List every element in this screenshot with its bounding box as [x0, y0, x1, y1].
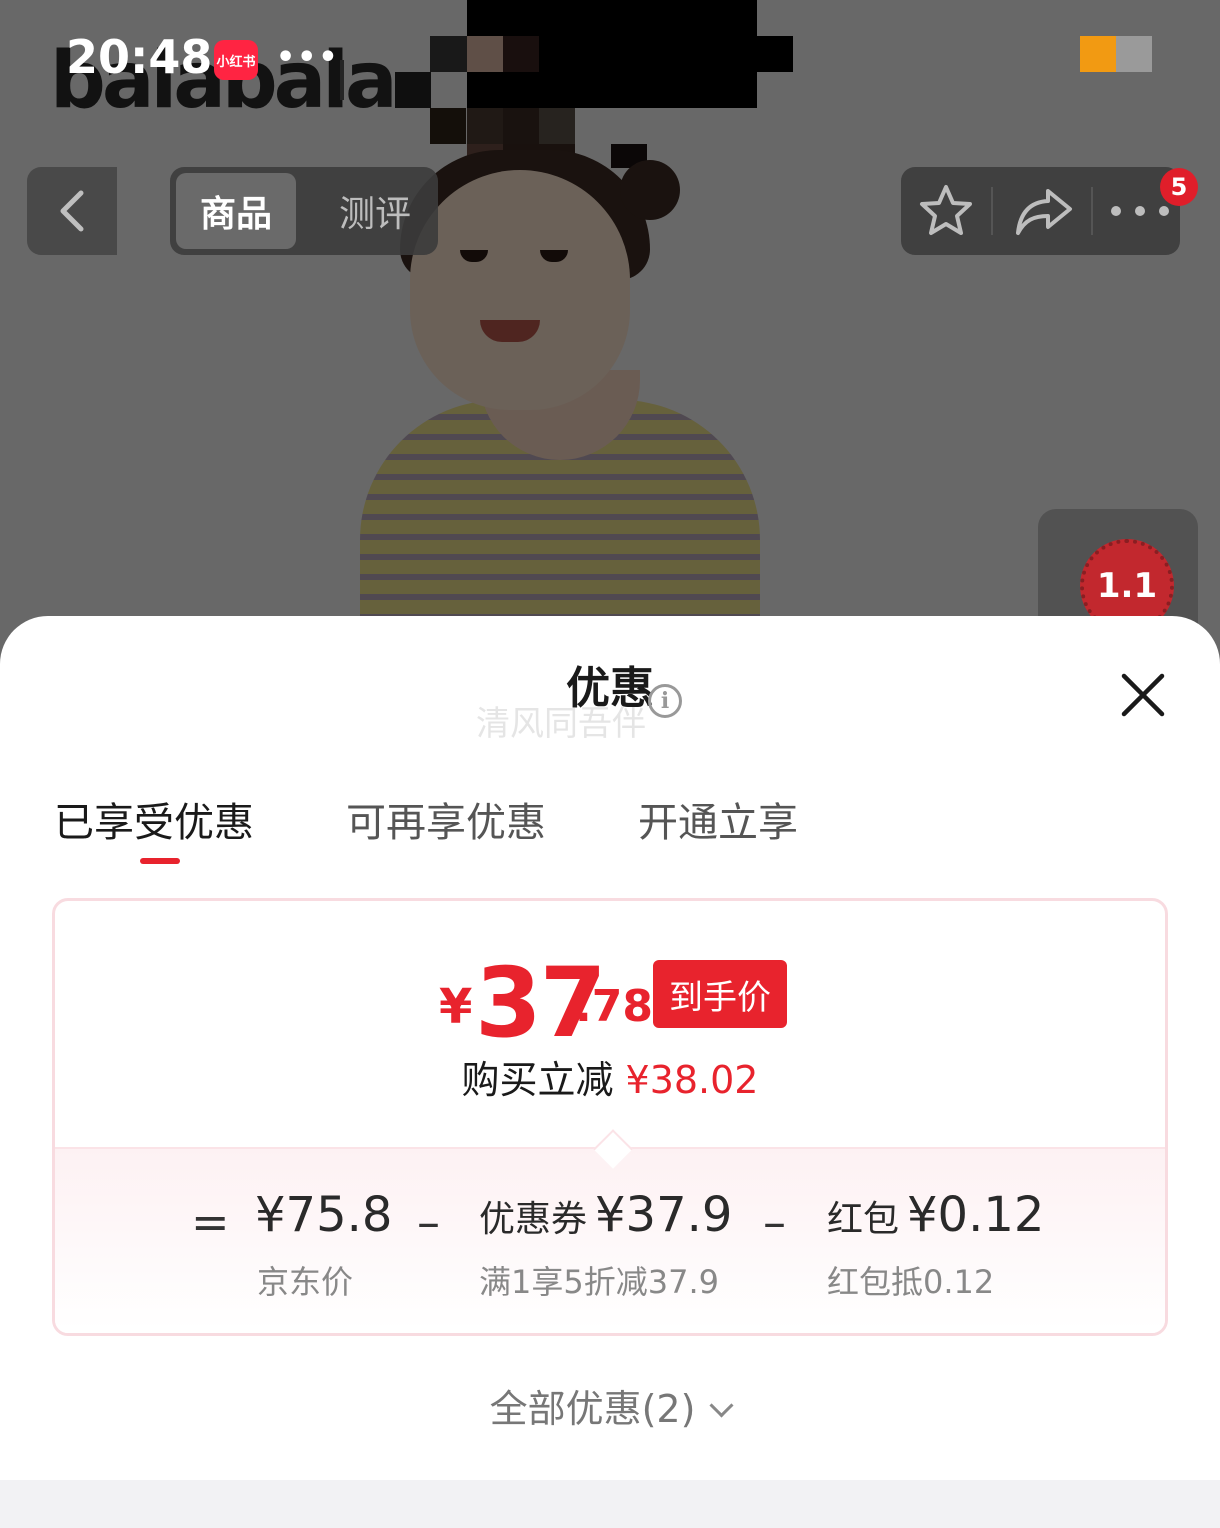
action-bar [901, 167, 1180, 255]
chevron-left-icon [60, 190, 84, 232]
favorite-button[interactable] [901, 167, 991, 255]
price-currency: ¥ [439, 979, 473, 1035]
coupon-discount: 优惠券 ¥37.9 [479, 1187, 732, 1243]
more-dots-icon [1111, 206, 1169, 216]
modal-overlay[interactable] [0, 0, 1220, 700]
tab-product[interactable]: 商品 [176, 173, 296, 249]
redpacket-note: 红包抵0.12 [827, 1263, 995, 1301]
base-price: ¥75.8 [255, 1187, 393, 1243]
tab-enjoyed-discounts[interactable]: 已享受优惠 [54, 790, 254, 848]
active-tab-indicator [140, 858, 180, 864]
savings-amount: ¥38.02 [625, 1058, 759, 1102]
status-indicator-icon [1116, 36, 1152, 72]
tab-more-discounts[interactable]: 可再享优惠 [346, 790, 546, 848]
close-icon [1121, 673, 1165, 717]
more-status-icon: ••• [276, 40, 340, 75]
tab-activate-discounts[interactable]: 开通立享 [638, 790, 798, 848]
coupon-value: ¥37.9 [595, 1187, 733, 1243]
final-price: ¥ 37 .78 到手价 [439, 947, 839, 1059]
savings-label: 购买立减 [461, 1058, 614, 1102]
action-divider [1091, 187, 1093, 235]
equals-sign: = [191, 1195, 230, 1249]
info-icon[interactable]: i [648, 684, 682, 718]
all-discounts-link[interactable]: 全部优惠(2) [0, 1378, 1220, 1433]
action-divider [991, 187, 993, 235]
app-badge-icon: 小红书 [214, 40, 258, 80]
savings-line: 购买立减 ¥38.02 [55, 1049, 1165, 1104]
minus-sign: – [763, 1195, 786, 1249]
coupon-note: 满1享5折减37.9 [479, 1263, 719, 1301]
star-icon [920, 185, 972, 235]
content-tab-switcher: 商品 测评 [170, 167, 438, 255]
redpacket-value: ¥0.12 [907, 1187, 1045, 1243]
price-formula: = ¥75.8 京东价 – 优惠券 ¥37.9 满1享5折减37.9 – 红包 ¥0… [55, 1129, 1165, 1333]
coupon-label: 优惠券 [479, 1199, 588, 1240]
price-decimal: .78 [575, 981, 653, 1032]
base-price-note: 京东价 [257, 1263, 354, 1301]
back-button[interactable] [27, 167, 117, 255]
tab-review[interactable]: 测评 [320, 173, 430, 249]
status-time: 20:48 [66, 30, 213, 84]
redpacket-label: 红包 [827, 1199, 900, 1240]
close-button[interactable] [1118, 670, 1168, 720]
sheet-title: 优惠 [566, 663, 654, 714]
status-indicator-icon [1080, 36, 1116, 72]
all-discounts-label: 全部优惠(2) [489, 1387, 696, 1431]
notification-badge: 5 [1160, 168, 1198, 206]
bottom-spacer [0, 1480, 1220, 1528]
chevron-down-icon [709, 1393, 734, 1418]
price-breakdown-card: ¥ 37 .78 到手价 购买立减 ¥38.02 = ¥75.8 京东价 – 优惠… [52, 898, 1168, 1336]
final-price-tag: 到手价 [653, 960, 787, 1028]
redpacket-discount: 红包 ¥0.12 [827, 1187, 1044, 1243]
share-button[interactable] [999, 167, 1089, 255]
pointer-notch [593, 1129, 633, 1169]
share-arrow-icon [1016, 189, 1072, 235]
minus-sign: – [417, 1195, 440, 1249]
